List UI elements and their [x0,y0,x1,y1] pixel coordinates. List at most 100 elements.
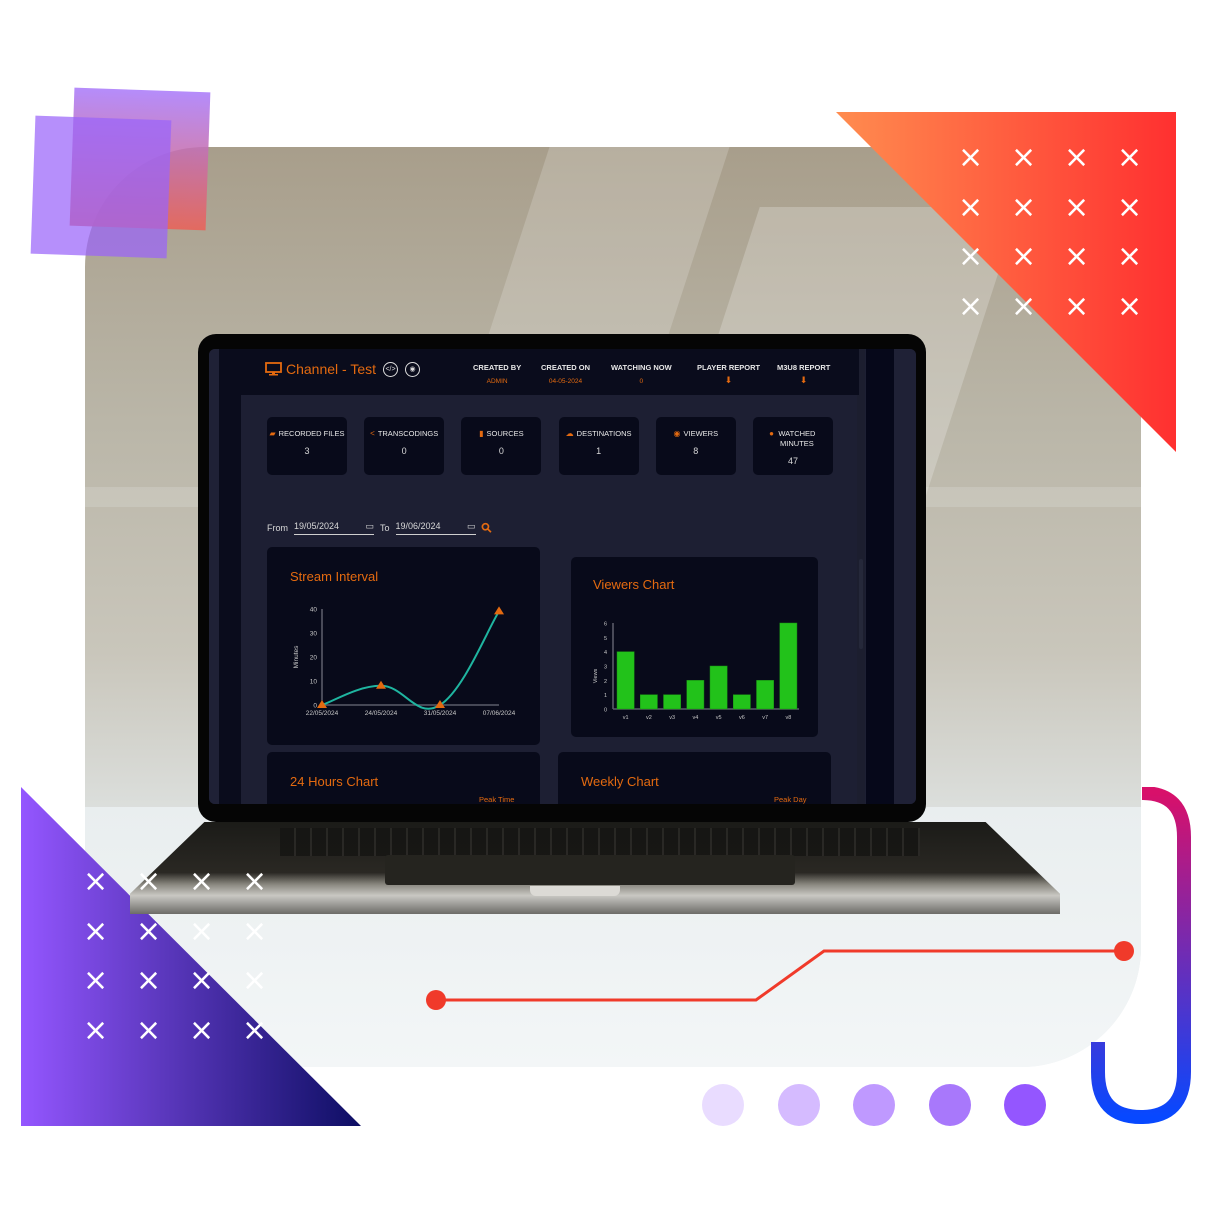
decor-dot [853,1084,895,1126]
data-point-marker[interactable] [376,680,386,689]
x-mark: × [958,239,984,274]
stat-label: ▰ RECORDED FILES [267,429,347,439]
stat-label-text: DESTINATIONS [576,429,632,438]
x-mark: × [136,913,162,949]
m3u8-report-label: M3U8 REPORT [777,363,831,372]
x-tick-label: v2 [646,715,652,721]
viewers-chart: 0 1 2 3 4 5 6 Views v1 v2 v3 v4 v5 v6 v7 v8 [593,622,799,721]
player-report-label: PLAYER REPORT [697,363,761,372]
stat-card[interactable]: ◉ VIEWERS 8 [655,417,736,475]
to-date-input[interactable]: 19/06/2024 ▭ [395,521,476,535]
x-mark: × [83,963,109,998]
decor-square [30,115,172,259]
bar-v2[interactable] [640,694,658,710]
x-mark: × [189,1012,215,1048]
y-tick-label: 0 [604,708,607,714]
x-mark: × [136,963,162,998]
sidebar [219,349,241,804]
data-point-marker[interactable] [494,606,504,615]
stat-label: ● WATCHED MINUTES [753,429,833,449]
decor-dot [777,1084,820,1126]
from-date-value: 19/05/2024 [294,521,340,531]
stat-value: 8 [693,446,699,456]
x-mark: × [1064,189,1090,225]
y-tick-label: 4 [604,650,607,656]
stat-card[interactable]: ● WATCHED MINUTES 47 [753,417,833,475]
bar-v6[interactable] [733,694,751,710]
bar-v7[interactable] [756,680,774,710]
x-mark: × [189,963,215,998]
x-mark: × [958,288,984,324]
bar-v5[interactable] [709,665,728,710]
player-report[interactable]: PLAYER REPORT ⬇ [697,363,760,386]
weekly-chart-title: Weekly Chart [581,774,659,789]
bar-v4[interactable] [686,680,705,710]
embed-code-button[interactable]: </> [383,361,399,377]
to-label: To [380,523,390,533]
created-by-label: CREATED BY [473,363,522,372]
x-mark: × [83,1012,109,1048]
stat-card[interactable]: ▮ SOURCES 0 [461,417,542,475]
stat-value: 0 [498,446,504,456]
m3u8-report[interactable]: M3U8 REPORT ⬇ [777,363,830,386]
calendar-icon[interactable]: ▭ [467,521,476,532]
x-mark: × [1117,288,1143,324]
stat-value: 47 [787,456,798,466]
stat-label-text: RECORDED FILES [278,429,345,438]
created-on-label: CREATED ON [541,363,591,372]
stat-card[interactable]: ☁ DESTINATIONS 1 [558,417,639,475]
x-mark: × [1011,239,1037,274]
decor-dot [1004,1084,1046,1126]
preview-button[interactable]: ◉ [405,361,421,377]
x-tick-label: v7 [762,715,768,721]
x-tick-label: 07/06/2024 [483,710,516,717]
decor-dot [702,1084,744,1126]
share-icon: < [370,429,375,438]
download-icon[interactable]: ⬇ [777,375,830,386]
y-axis-label: Views [593,668,599,683]
scrollbar-thumb[interactable] [859,559,863,649]
x-tick-label: 31/05/2024 [424,710,457,717]
created-on: CREATED ON 04-05-2024 [541,363,590,385]
y-tick-label: 30 [310,631,318,638]
bar-v3[interactable] [663,694,681,710]
from-date-input[interactable]: 19/05/2024 ▭ [294,521,374,535]
x-mark: × [83,913,109,949]
file-icon: ▮ [479,429,484,438]
y-tick-label: 20 [310,655,318,662]
to-date-value: 19/06/2024 [395,521,441,531]
stat-label-text: SOURCES [486,429,524,438]
stream-interval-title: Stream Interval [290,569,379,584]
y-tick-label: 3 [604,665,607,671]
bar-v1[interactable] [616,651,635,710]
stat-card[interactable]: ▰ RECORDED FILES 3 [267,417,347,475]
created-by-value: ADMIN [486,378,508,385]
bar-v8[interactable] [779,622,798,710]
x-pattern: × × × × × × × × × × × × × × × × [958,133,1170,331]
stat-card[interactable]: < TRANSCODINGS 0 [364,417,445,475]
decor-dot [928,1084,971,1126]
x-mark: × [136,864,162,899]
peak-day-label: Peak Day [774,795,807,804]
eye-icon: ◉ [673,429,681,438]
x-mark: × [1117,239,1143,274]
x-tick-label: v8 [785,715,791,721]
x-pattern: × × × × × × × × × × × × × × × × [83,857,295,1055]
x-mark: × [1117,140,1143,175]
x-mark: × [1064,239,1090,274]
x-tick-label: v3 [669,715,675,721]
date-filter: From 19/05/2024 ▭ To 19/06/2024 ▭ ⚲ [267,519,495,536]
stat-label: ☁ DESTINATIONS [559,429,639,439]
folder-icon: ▰ [269,429,276,438]
x-tick-label: v1 [623,715,629,721]
24-hours-chart-title: 24 Hours Chart [290,774,379,789]
peak-time-label: Peak Time [479,795,515,804]
x-mark: × [958,189,984,225]
download-icon[interactable]: ⬇ [697,375,760,386]
search-icon[interactable]: ⚲ [477,519,495,537]
24-hours-panel: 24 Hours Chart Peak Time [267,752,540,804]
x-mark: × [242,864,268,899]
calendar-icon[interactable]: ▭ [365,521,374,532]
x-mark: × [1117,189,1143,225]
y-tick-label: 40 [310,607,318,614]
